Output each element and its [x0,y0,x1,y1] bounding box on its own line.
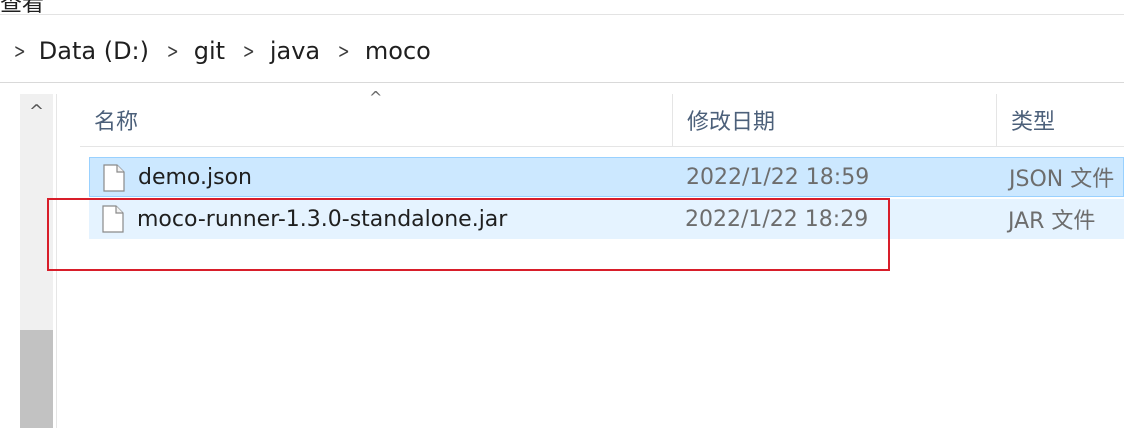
generic-file-icon [102,205,124,233]
file-modified-date: 2022/1/22 18:59 [686,164,870,190]
ribbon-cutoff-text: 查看 [0,0,45,15]
chevron-right-icon[interactable]: > [6,41,32,61]
file-type: JSON 文件 [1009,167,1115,192]
column-header-type[interactable]: 类型 [996,94,1124,146]
scrollbar-thumb[interactable] [20,330,53,428]
breadcrumb-git[interactable]: git [192,33,227,69]
breadcrumb-moco[interactable]: moco [363,33,433,69]
chevron-right-icon[interactable]: > [328,41,357,61]
file-explorer-window: 查看 > Data (D:) > git > java > moco ^ ^ 名… [0,0,1124,428]
pane-divider[interactable] [56,94,57,428]
file-row-moco-runner-jar[interactable]: moco-runner-1.3.0-standalone.jar 2022/1/… [89,199,1124,239]
breadcrumb-data-drive[interactable]: Data (D:) [37,33,151,69]
chevron-right-icon[interactable]: > [233,41,262,61]
scroll-up-arrow-icon[interactable]: ^ [20,94,53,128]
nav-pane-scrollbar[interactable]: ^ [20,94,53,428]
file-name: moco-runner-1.3.0-standalone.jar [137,206,508,232]
file-type: JAR 文件 [1008,209,1096,234]
chevron-right-icon[interactable]: > [157,41,186,61]
file-row-demo-json[interactable]: demo.json 2022/1/22 18:59 JSON 文件 [89,157,1124,197]
generic-file-icon [103,164,125,192]
file-name: demo.json [138,164,252,190]
ribbon-cutoff: 查看 [0,0,1124,15]
file-modified-date: 2022/1/22 18:29 [685,206,869,232]
column-header-date[interactable]: 修改日期 [672,94,996,146]
breadcrumb-java[interactable]: java [268,33,322,69]
column-header-row: ^ 名称 修改日期 类型 [80,88,1124,147]
address-bar[interactable]: > Data (D:) > git > java > moco [0,20,1124,83]
column-header-name[interactable]: 名称 [80,94,672,146]
